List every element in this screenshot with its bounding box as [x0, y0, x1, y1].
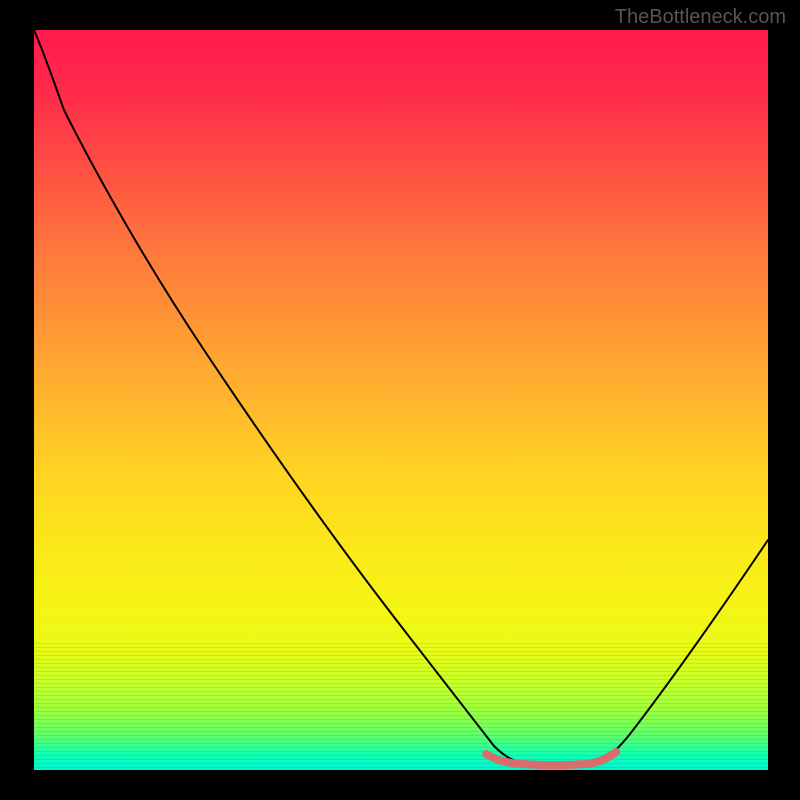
bottleneck-curve-line [34, 30, 768, 765]
flat-valley-highlight [486, 752, 616, 765]
watermark-text: TheBottleneck.com [615, 6, 786, 29]
chart-svg [34, 30, 768, 770]
chart-plot-area [34, 30, 768, 770]
